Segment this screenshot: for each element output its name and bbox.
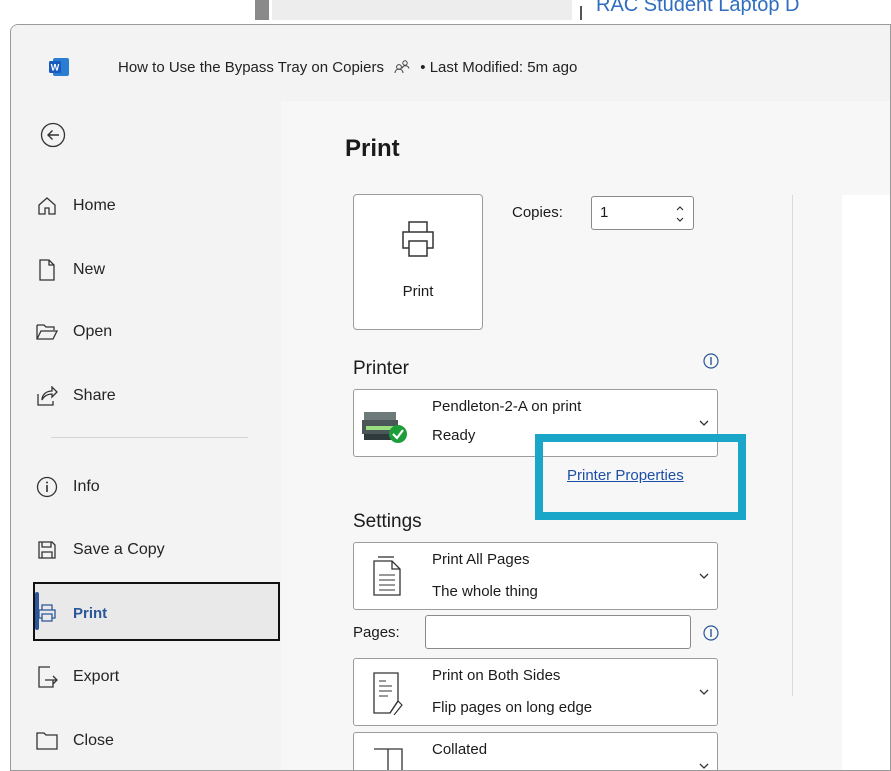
document-title-area[interactable]: How to Use the Bypass Tray on Copiers • … [118,59,577,76]
background-window-text: RAC Student Laptop D [596,0,800,16]
sidebar-item-label: New [73,261,106,278]
printer-heading: Printer [353,358,409,379]
info-icon [35,475,59,499]
background-separator [580,6,582,20]
chevron-down-icon [699,763,709,769]
chevron-down-icon [699,689,709,695]
copies-label: Copies: [512,204,563,221]
collation-dropdown[interactable]: Collated [353,732,718,770]
sidebar-item-home[interactable]: Home [31,185,281,227]
document-title: How to Use the Bypass Tray on Copiers [118,59,384,76]
background-scrollbar [255,0,269,20]
back-arrow-icon[interactable] [40,122,66,148]
duplex-dropdown[interactable]: Print on Both Sides Flip pages on long e… [353,658,718,726]
share-icon [35,384,59,408]
printer-icon [35,601,59,625]
settings-heading: Settings [353,511,422,532]
sidebar-item-info[interactable]: Info [31,466,281,508]
chevron-down-icon [699,420,709,426]
background-panel [272,0,572,20]
sidebar-item-export[interactable]: Export [31,656,281,698]
pages-input[interactable] [425,615,691,649]
printer-ready-icon [362,412,407,443]
sidebar-item-open[interactable]: Open [31,311,281,353]
pane-divider [792,195,793,696]
printer-name: Pendleton-2-A on print [432,398,582,415]
word-logo-icon: W [49,58,69,76]
print-range-dropdown[interactable]: Print All Pages The whole thing [353,542,718,610]
both-sides-icon [373,672,403,715]
print-preview-page [842,195,890,770]
copies-stepper[interactable]: 1 [591,196,694,230]
title-bar: W How to Use the Bypass Tray on Copiers … [11,25,890,101]
sidebar-item-label: Open [73,323,113,340]
info-icon[interactable] [703,353,719,369]
folder-open-icon [35,320,59,344]
save-icon [35,538,59,562]
print-range-subtitle: The whole thing [432,583,538,600]
printer-icon [402,221,434,257]
printer-properties-link[interactable]: Printer Properties [567,467,684,484]
new-document-icon [35,258,59,282]
sidebar-item-print[interactable]: Print [31,592,281,634]
collation-title: Collated [432,741,488,758]
stepper-arrows-icon[interactable] [675,203,685,225]
sidebar-item-label: Save a Copy [73,541,165,558]
info-icon[interactable] [703,625,719,641]
print-button-label: Print [402,283,434,300]
word-backstage-window: W How to Use the Bypass Tray on Copiers … [10,24,891,771]
collated-icon [374,748,403,770]
sidebar-item-label: Export [73,668,120,685]
printer-status: Ready [432,427,476,444]
last-modified: • Last Modified: 5m ago [420,59,578,76]
export-icon [35,665,59,689]
copies-value: 1 [600,204,609,221]
sidebar-item-label: Share [73,387,116,404]
print-button[interactable]: Print [353,194,483,330]
sidebar-item-label: Home [73,197,116,214]
people-icon [394,60,410,74]
home-icon [35,194,59,218]
duplex-subtitle: Flip pages on long edge [432,699,593,716]
pages-label: Pages: [353,624,400,641]
page-title: Print [345,135,400,162]
print-range-title: Print All Pages [432,551,530,568]
sidebar-item-label: Info [73,478,100,495]
svg-text:W: W [51,63,60,73]
sidebar-item-share[interactable]: Share [31,375,281,417]
sidebar-item-save-a-copy[interactable]: Save a Copy [31,529,281,571]
sidebar-divider [51,437,248,438]
sidebar-item-label: Close [73,732,114,749]
close-folder-icon [35,729,59,753]
sidebar-item-close[interactable]: Close [31,720,281,762]
sidebar-item-new[interactable]: New [31,249,281,291]
duplex-title: Print on Both Sides [432,667,561,684]
sidebar-item-label: Print [73,604,108,622]
all-pages-icon [373,556,401,596]
chevron-down-icon [699,573,709,579]
